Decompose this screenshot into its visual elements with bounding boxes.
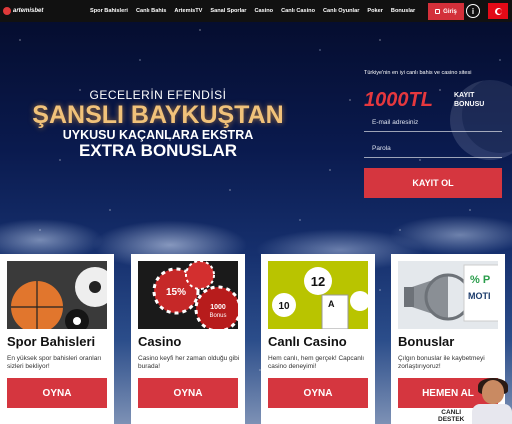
lock-icon bbox=[435, 9, 441, 14]
casino-chips-illustration: 15% 1000 Bonus bbox=[138, 261, 238, 329]
support-line-1: CANLI bbox=[441, 409, 462, 416]
main-menu: Spor Bahisleri Canlı Bahis ArtemisTV San… bbox=[86, 8, 419, 14]
brand-logo[interactable]: artemisbet bbox=[0, 7, 80, 15]
ball-text-2: 10 bbox=[278, 301, 290, 312]
card-canli-casino: 12 10 A Canlı Casino Hem canlı, hem gerç… bbox=[261, 254, 375, 424]
ball-text-1: 12 bbox=[311, 274, 325, 289]
chip-text-1: 15% bbox=[166, 287, 186, 298]
chip-text-3: Bonus bbox=[209, 313, 226, 319]
bonus-label: KAYIT BONUSU bbox=[454, 91, 484, 109]
card-title: Spor Bahisleri bbox=[7, 334, 96, 349]
hero-line-3: UYKUSU KAÇANLARA EKSTRA bbox=[62, 128, 254, 142]
bonus-image: % P MOTI bbox=[398, 261, 498, 329]
login-button[interactable]: Giriş bbox=[428, 3, 464, 20]
play-button[interactable]: OYNA bbox=[268, 378, 368, 408]
bonus-label-line-2: BONUSU bbox=[454, 101, 485, 108]
nav-item-canli-bahis[interactable]: Canlı Bahis bbox=[132, 8, 170, 14]
card-title: Canlı Casino bbox=[268, 334, 347, 349]
login-label: Giriş bbox=[443, 8, 457, 15]
nav-item-spor-bahisleri[interactable]: Spor Bahisleri bbox=[86, 8, 132, 14]
card-spor-bahisleri: Spor Bahisleri En yüksek spor bahisleri … bbox=[0, 254, 114, 424]
play-button[interactable]: OYNA bbox=[7, 378, 107, 408]
crescent-icon bbox=[494, 7, 502, 15]
card-desc: Hem canlı, hem gerçek! Capcanlı casino d… bbox=[268, 355, 365, 370]
hero-banner: GECELERİN EFENDİSİ ŞANSLI BAYKUŞTAN UYKU… bbox=[28, 88, 288, 160]
card-title: Bonuslar bbox=[398, 334, 455, 349]
lottery-balls-illustration: 12 10 A bbox=[268, 261, 368, 329]
play-button[interactable]: OYNA bbox=[138, 378, 238, 408]
signup-form: Türkiye'nin en iyi canlı bahis ve casino… bbox=[362, 36, 512, 256]
nav-item-canli-oyunlar[interactable]: Canlı Oyunlar bbox=[319, 8, 363, 14]
bonus-amount: 1000TL bbox=[364, 89, 433, 111]
card-title: Casino bbox=[138, 334, 182, 349]
card-desc: Çılgın bonuslar ile kaybetmeyi zorlaştır… bbox=[398, 355, 485, 370]
sports-image bbox=[7, 261, 107, 329]
nav-item-casino[interactable]: Casino bbox=[250, 8, 277, 14]
card-desc: En yüksek spor bahisleri oranları sizler… bbox=[7, 355, 102, 370]
password-field[interactable]: Parola bbox=[364, 140, 502, 158]
megaphone-illustration: % P MOTI bbox=[398, 261, 498, 329]
card-desc: Casino keyfi her zaman olduğu gibi burad… bbox=[138, 355, 240, 370]
page: artemisbet Spor Bahisleri Canlı Bahis Ar… bbox=[0, 0, 512, 424]
nav-item-poker[interactable]: Poker bbox=[363, 8, 387, 14]
email-field[interactable]: E-mail adresiniz bbox=[364, 114, 502, 132]
hero-line-1: GECELERİN EFENDİSİ bbox=[89, 88, 227, 102]
casino-image: 15% 1000 Bonus bbox=[138, 261, 238, 329]
support-agent-avatar bbox=[482, 380, 504, 404]
nav-item-bonuslar[interactable]: Bonuslar bbox=[387, 8, 419, 14]
support-agent-body bbox=[472, 404, 512, 424]
turkey-flag-icon[interactable] bbox=[488, 3, 508, 19]
bonus-label-line-1: KAYIT bbox=[454, 92, 475, 99]
card-casino: 15% 1000 Bonus Casino Casino keyfi her z… bbox=[131, 254, 245, 424]
nav-item-canli-casino[interactable]: Canlı Casino bbox=[277, 8, 319, 14]
hero-line-2: ŞANSLI BAYKUŞTAN bbox=[32, 101, 284, 129]
live-casino-image: 12 10 A bbox=[268, 261, 368, 329]
chip-text-2: 1000 bbox=[210, 304, 226, 311]
nav-item-artemistv[interactable]: ArtemisTV bbox=[170, 8, 206, 14]
logo-icon bbox=[3, 7, 11, 15]
sports-balls-illustration bbox=[7, 261, 107, 329]
register-button[interactable]: KAYIT OL bbox=[364, 168, 502, 198]
hero-line-4: EXTRA BONUSLAR bbox=[78, 141, 238, 160]
info-icon[interactable]: i bbox=[466, 4, 480, 18]
signup-note: Türkiye'nin en iyi canlı bahis ve casino… bbox=[364, 70, 472, 76]
nav-item-sanal-sporlar[interactable]: Sanal Sporlar bbox=[206, 8, 250, 14]
sign-text-2: MOTI bbox=[468, 291, 491, 301]
sign-text-1: % P bbox=[470, 274, 490, 286]
support-line-2: DESTEK bbox=[438, 416, 465, 423]
logo-text: artemisbet bbox=[13, 8, 44, 14]
live-support-label: CANLI DESTEK bbox=[436, 408, 467, 424]
top-nav: artemisbet Spor Bahisleri Canlı Bahis Ar… bbox=[0, 0, 512, 22]
live-support-widget[interactable]: CANLI DESTEK bbox=[422, 378, 512, 424]
card-text: A bbox=[328, 299, 335, 309]
